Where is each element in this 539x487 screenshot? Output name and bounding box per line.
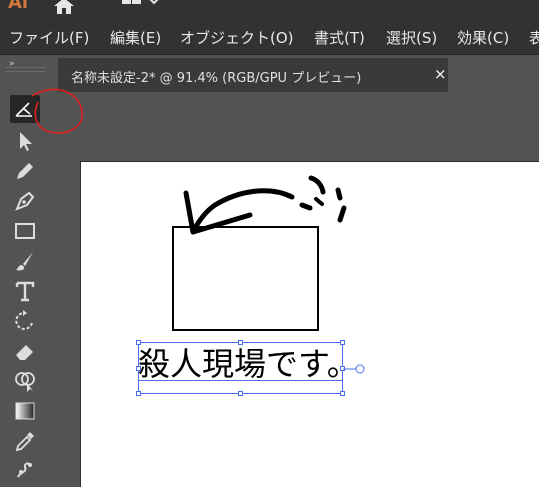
menu-edit[interactable]: 編集(E)	[110, 27, 161, 48]
resize-handle-bottom-right[interactable]	[340, 391, 345, 396]
app-top-bar: Ai	[0, 0, 539, 20]
pen-tool-icon	[15, 191, 35, 211]
home-icon[interactable]	[52, 0, 76, 18]
gradient-tool[interactable]	[10, 397, 40, 425]
pencil-tool[interactable]	[10, 157, 40, 185]
document-tab[interactable]: 名称未設定-2* @ 91.4% (RGB/GPU プレビュー) ×	[58, 58, 448, 92]
paintbrush-tool[interactable]	[10, 247, 40, 275]
menu-effect[interactable]: 効果(C)	[457, 27, 509, 48]
rectangle-tool-icon	[15, 223, 35, 239]
resize-handle-left[interactable]	[136, 366, 141, 371]
close-icon[interactable]: ×	[434, 65, 447, 83]
document-tab-bar: 名称未設定-2* @ 91.4% (RGB/GPU プレビュー) ×	[52, 55, 539, 92]
menu-type[interactable]: 書式(T)	[314, 27, 365, 48]
eraser-tool-icon	[16, 345, 33, 360]
menu-bar: ファイル(F) 編集(E) オブジェクト(O) 書式(T) 選択(S) 効果(C…	[0, 20, 539, 55]
app-logo: Ai	[8, 0, 29, 13]
rotate-tool-icon	[15, 310, 33, 330]
rotate-tool[interactable]	[10, 307, 40, 335]
shape-builder-tool[interactable]	[10, 367, 40, 395]
panel-gripper[interactable]	[6, 67, 46, 72]
resize-handle-right[interactable]	[340, 366, 345, 371]
resize-handle-top-left[interactable]	[136, 340, 141, 345]
resize-handle-top-right[interactable]	[340, 340, 345, 345]
selection-tool[interactable]	[10, 127, 40, 155]
resize-handle-bottom-left[interactable]	[136, 391, 141, 396]
paintbrush-tool-icon	[16, 252, 33, 271]
eraser-tool[interactable]	[10, 337, 40, 365]
resize-handle-bottom[interactable]	[238, 391, 243, 396]
shaper-tool[interactable]	[10, 95, 40, 123]
resize-handle-top[interactable]	[238, 340, 243, 345]
menu-select[interactable]: 選択(S)	[386, 27, 437, 48]
text-baseline	[138, 380, 343, 381]
eyedropper-tool-icon	[15, 432, 34, 452]
gradient-tool-icon	[15, 402, 35, 420]
pen-tool[interactable]	[10, 187, 40, 215]
menu-object[interactable]: オブジェクト(O)	[180, 27, 294, 48]
rectangle-tool[interactable]	[10, 217, 40, 245]
document-tab-title: 名称未設定-2* @ 91.4% (RGB/GPU プレビュー)	[71, 71, 362, 86]
workspace-switcher-icon[interactable]	[120, 0, 164, 14]
type-tool[interactable]	[10, 277, 40, 305]
type-tool-icon	[15, 281, 35, 302]
menu-view[interactable]: 表	[529, 27, 539, 48]
shaper-tool-icon	[15, 102, 32, 117]
selection-tool-icon	[20, 132, 32, 151]
puppet-warp-tool[interactable]	[10, 455, 40, 483]
tools-panel: »	[0, 55, 53, 487]
menu-file[interactable]: ファイル(F)	[9, 27, 89, 48]
puppet-warp-tool-icon	[17, 462, 32, 478]
rectangle-shape[interactable]	[172, 226, 319, 331]
selection-bounding-box	[138, 342, 343, 394]
eyedropper-tool[interactable]	[10, 427, 40, 455]
shape-builder-tool-icon	[15, 372, 35, 392]
pencil-tool-icon	[17, 163, 33, 179]
